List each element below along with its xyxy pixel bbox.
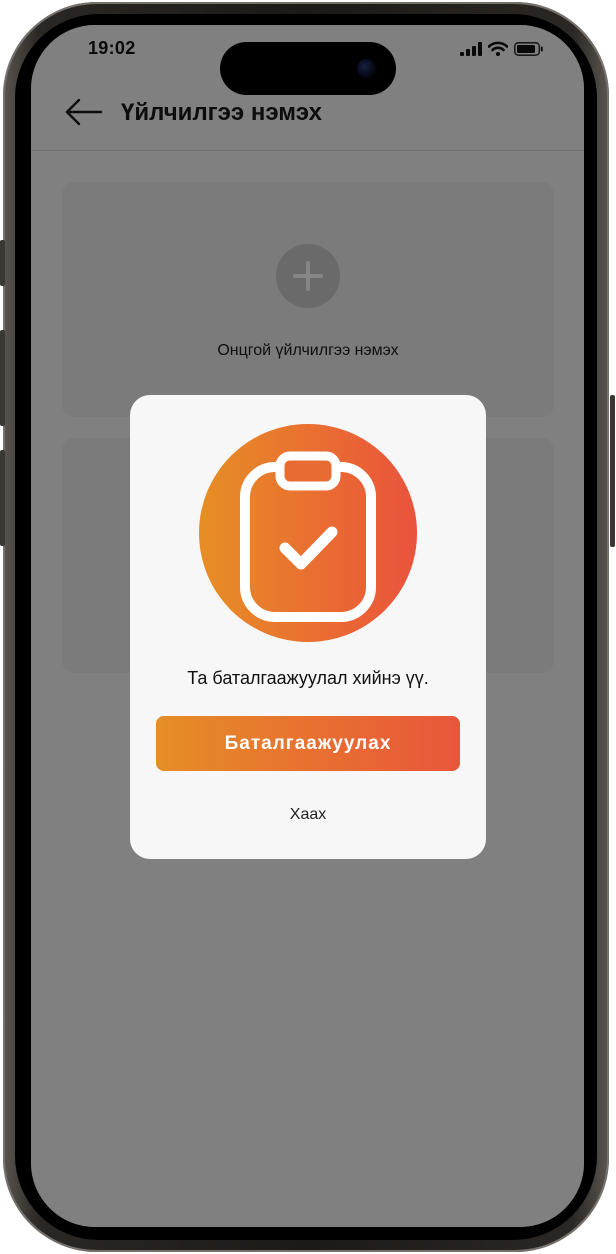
silent-switch bbox=[0, 240, 5, 286]
close-button[interactable]: Хаах bbox=[130, 806, 486, 824]
clipboard-check-icon bbox=[240, 451, 376, 622]
modal-message: Та баталгаажуулал хийнэ үү. bbox=[187, 668, 429, 688]
power-button bbox=[610, 395, 615, 547]
app-screen: 19:02 Үйлчилгээ нэмэх Онцгой үйлчилгээ н… bbox=[31, 25, 584, 1227]
confirm-button[interactable]: Баталгаажуулах bbox=[156, 716, 460, 771]
confirmation-modal: Та баталгаажуулал хийнэ үү. Баталгаажуул… bbox=[130, 395, 486, 859]
volume-down-button bbox=[0, 450, 5, 546]
modal-icon-circle bbox=[199, 424, 417, 642]
volume-up-button bbox=[0, 330, 5, 426]
